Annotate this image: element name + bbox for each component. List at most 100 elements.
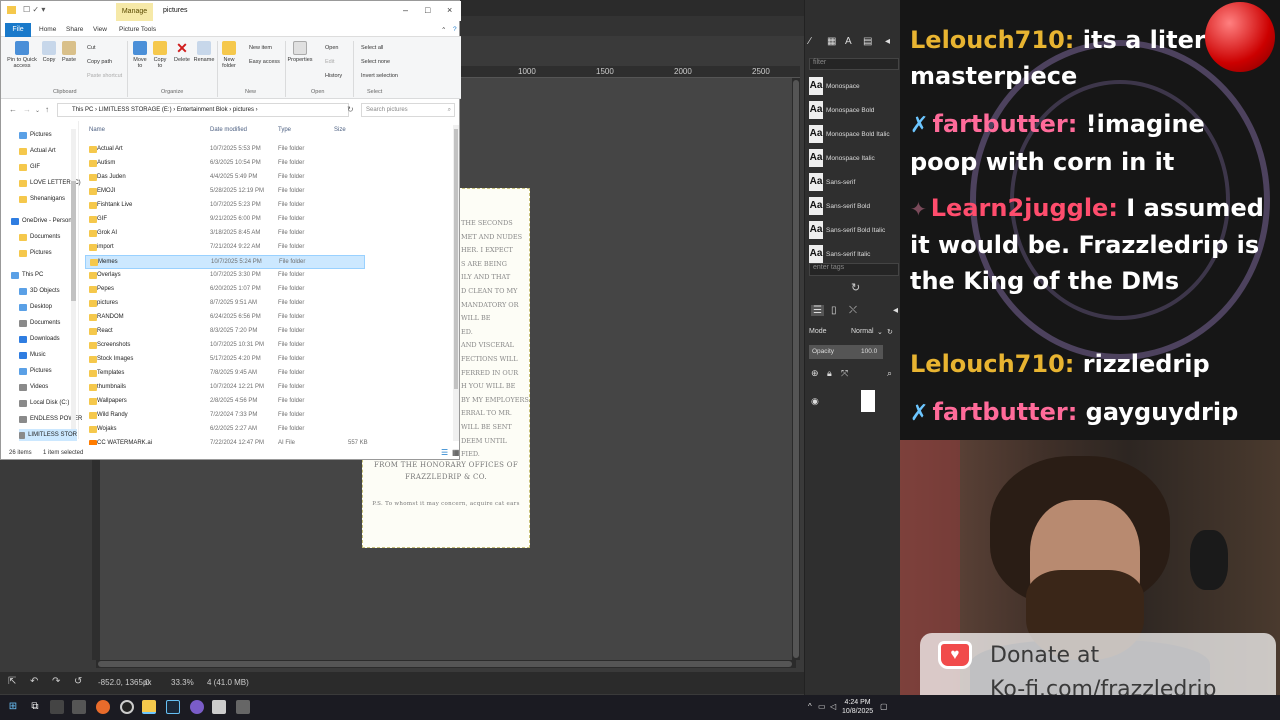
address-bar[interactable]: This PC › LIMITLESS STORAGE (E:) › Enter…	[57, 103, 349, 117]
new-item-button[interactable]: New item	[249, 45, 272, 51]
zoom-select[interactable]: 33.3%	[171, 678, 194, 687]
paths-icon[interactable]: ⤬	[849, 305, 857, 316]
task-view-icon[interactable]: ⧉	[28, 700, 42, 714]
font-item[interactable]: Aa Monospace Bold	[809, 98, 899, 122]
select-none-button[interactable]: Select none	[361, 59, 390, 65]
vertical-scrollbar[interactable]	[792, 78, 800, 660]
nav-item[interactable]: 3D Objects	[19, 285, 60, 297]
table-row[interactable]: Screenshots 10/7/2025 10:31 PM File folder	[85, 339, 455, 353]
app-icon[interactable]	[50, 700, 64, 714]
paste-shortcut-button[interactable]: Paste shortcut	[87, 73, 122, 79]
lock-pixels-icon[interactable]: ⊕	[811, 368, 819, 379]
easy-access-button[interactable]: Easy access	[249, 59, 280, 65]
chevron-down-icon[interactable]: ⌄	[877, 328, 883, 336]
font-item[interactable]: Aa Sans-serif	[809, 170, 899, 194]
maximize-icon[interactable]: □	[425, 5, 430, 15]
horizontal-scrollbar[interactable]	[96, 660, 796, 668]
app-icon[interactable]	[72, 700, 86, 714]
font-filter-input[interactable]: filter	[809, 58, 899, 70]
tab-share[interactable]: Share	[66, 26, 83, 33]
gimp-icon[interactable]	[236, 700, 250, 714]
visibility-eye-icon[interactable]: ◉	[811, 396, 819, 407]
nav-item[interactable]: Downloads	[19, 333, 60, 345]
table-row[interactable]: GIF 9/21/2025 6:00 PM File folder	[85, 213, 455, 227]
document-icon[interactable]: ▤	[863, 36, 872, 47]
help-icon[interactable]: ?	[453, 26, 457, 33]
layers-icon[interactable]: ☰	[811, 305, 824, 316]
nav-item[interactable]: Local Disk (C:)	[19, 397, 69, 409]
back-arrow-icon[interactable]: ←	[9, 105, 17, 114]
reset-mode-icon[interactable]: ↻	[887, 328, 893, 336]
rename-button[interactable]: Rename	[193, 41, 215, 63]
table-row[interactable]: Wojaks 6/2/2025 2:27 AM File folder	[85, 423, 455, 437]
table-row[interactable]: import 7/21/2024 9:22 AM File folder	[85, 241, 455, 255]
table-row[interactable]: Autism 6/3/2025 10:54 PM File folder	[85, 157, 455, 171]
layer-row[interactable]: ◉	[809, 390, 901, 414]
nav-item[interactable]: Documents	[19, 231, 60, 243]
app-icon[interactable]	[190, 700, 204, 714]
nav-item[interactable]: Pictures	[19, 129, 52, 141]
table-row[interactable]: EMOJI 5/28/2025 12:19 PM File folder	[85, 185, 455, 199]
table-row[interactable]: Pepes 6/20/2025 1:07 PM File folder	[85, 283, 455, 297]
paste-button[interactable]: Paste	[59, 41, 79, 63]
copy-path-button[interactable]: Copy path	[87, 59, 112, 65]
search-input[interactable]: Search pictures ⌕	[361, 103, 455, 117]
nav-item[interactable]: Music	[19, 349, 46, 361]
nav-item[interactable]: Documents	[19, 317, 60, 329]
ribbon-collapse-icon[interactable]: ⌃	[441, 26, 446, 34]
table-row[interactable]: Grok AI 3/18/2025 8:45 AM File folder	[85, 227, 455, 241]
nav-item[interactable]: This PC	[11, 269, 43, 281]
nav-item[interactable]: Videos	[19, 381, 48, 393]
open-button[interactable]: Open	[325, 45, 338, 51]
select-all-button[interactable]: Select all	[361, 45, 383, 51]
tags-input[interactable]: enter tags	[809, 263, 899, 276]
refresh-icon[interactable]: ↻	[347, 105, 354, 114]
copy-to-button[interactable]: Copy to	[151, 41, 169, 69]
table-row[interactable]: pictures 8/7/2025 9:51 AM File folder	[85, 297, 455, 311]
history-button[interactable]: History	[325, 73, 342, 79]
reset-icon[interactable]: ↺	[74, 676, 82, 687]
up-arrow-icon[interactable]: ↑	[45, 105, 49, 114]
new-folder-button[interactable]: New folder	[219, 41, 239, 69]
close-icon[interactable]: ×	[447, 5, 452, 15]
font-item[interactable]: Aa Monospace	[809, 74, 899, 98]
table-row[interactable]: Overlays 10/7/2025 3:30 PM File folder	[85, 269, 455, 283]
move-to-button[interactable]: Move to	[131, 41, 149, 69]
column-size[interactable]: Size	[334, 127, 346, 133]
font-icon[interactable]: A	[845, 36, 852, 47]
firefox-icon[interactable]	[96, 700, 110, 714]
mode-select[interactable]: Normal	[851, 328, 874, 335]
table-row[interactable]: Actual Art 10/7/2025 5:53 PM File folder	[85, 143, 455, 157]
forward-arrow-icon[interactable]: →	[23, 105, 31, 114]
breadcrumb[interactable]: This PC › LIMITLESS STORAGE (E:) › Enter…	[72, 107, 258, 113]
tab-file[interactable]: File	[5, 23, 31, 37]
nav-scrollbar[interactable]	[71, 129, 76, 429]
table-row[interactable]: RANDOM 6/24/2025 6:56 PM File folder	[85, 311, 455, 325]
tab-view[interactable]: View	[93, 26, 107, 33]
steam-icon[interactable]	[166, 700, 180, 714]
minimize-icon[interactable]: –	[403, 5, 408, 15]
file-list-scrollbar[interactable]	[453, 125, 459, 441]
nav-item[interactable]: Actual Art	[19, 145, 56, 157]
cut-button[interactable]: Cut	[87, 45, 96, 51]
lock-alpha-icon[interactable]: ⤧	[841, 368, 848, 379]
manage-tab[interactable]: Manage	[116, 3, 153, 21]
redo-icon[interactable]: ↷	[52, 676, 60, 687]
pattern-icon[interactable]: ▦	[827, 36, 836, 47]
delete-button[interactable]: ✕ Delete	[173, 41, 191, 63]
volume-icon[interactable]: ◁	[830, 702, 836, 711]
table-row[interactable]: Das Juden 4/4/2025 5:49 PM File folder	[85, 171, 455, 185]
column-type[interactable]: Type	[278, 127, 291, 133]
invert-selection-button[interactable]: Invert selection	[361, 73, 398, 79]
table-row[interactable]: Stock Images 5/17/2025 4:20 PM File folder	[85, 353, 455, 367]
quick-access-toolbar[interactable]: ☐ ✓ ▾	[23, 5, 45, 14]
table-row[interactable]: Fishtank Live 10/7/2025 5:23 PM File folde…	[85, 199, 455, 213]
nav-item[interactable]: Pictures	[19, 365, 52, 377]
windows-start-icon[interactable]: ⊞	[6, 700, 20, 714]
recent-locations-icon[interactable]: ⌄	[35, 107, 40, 114]
copy-button[interactable]: Copy	[39, 41, 59, 63]
notifications-icon[interactable]: ▢	[880, 702, 888, 711]
details-view-icon[interactable]: ☰	[441, 448, 448, 457]
table-row[interactable]: CC WATERMARK.ai 7/22/2024 12:47 PM AI File…	[85, 437, 455, 445]
tray-chevron-icon[interactable]: ^	[808, 702, 812, 711]
